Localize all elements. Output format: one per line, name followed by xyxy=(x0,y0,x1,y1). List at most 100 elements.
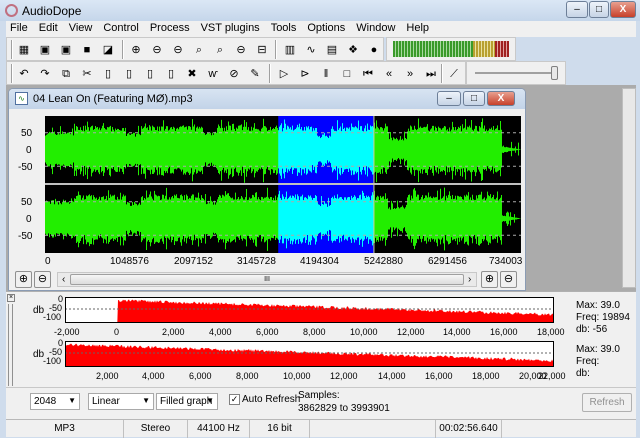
spectrum-x-tick: 4,000 xyxy=(209,327,232,337)
volume-bar xyxy=(466,61,566,85)
waveform-x-tick: 734003 xyxy=(489,256,523,267)
toolbar-separator xyxy=(11,64,13,83)
spectrum-top[interactable] xyxy=(65,297,554,323)
spectrum-close-button[interactable]: × xyxy=(7,294,15,302)
open-icon[interactable]: ▣ xyxy=(38,43,52,57)
save-as-icon[interactable]: ◪ xyxy=(101,43,115,57)
border xyxy=(65,297,554,298)
toolbar-separator xyxy=(275,40,277,59)
mdi-vertical-scrollbar[interactable] xyxy=(622,88,636,288)
spectrum-x-tick: 18,000 xyxy=(537,327,565,337)
rewind-icon[interactable]: « xyxy=(382,67,396,81)
paste-insert-icon[interactable]: ▯ xyxy=(164,67,178,81)
undo-icon[interactable]: ↶ xyxy=(17,67,31,81)
menu-control[interactable]: Control xyxy=(99,21,145,34)
info-icon[interactable]: ● xyxy=(367,43,381,57)
fast-forward-icon[interactable]: » xyxy=(403,67,417,81)
cut-icon[interactable]: ✂ xyxy=(80,67,94,81)
zoom-in-horizontal-button[interactable]: ⊕ xyxy=(481,271,498,288)
zoom-out-vertical-button[interactable]: ⊖ xyxy=(34,271,51,288)
menu-help[interactable]: Help xyxy=(402,21,436,34)
scale-value: Linear xyxy=(92,396,120,407)
border xyxy=(553,297,554,323)
waveform-scroll-thumb[interactable]: III xyxy=(70,274,464,285)
delete-icon[interactable]: ✖ xyxy=(185,67,199,81)
spectrum-freq: Freq: 19894 xyxy=(576,312,630,323)
spectrum-bottom[interactable] xyxy=(65,341,554,367)
copy-icon[interactable]: ⧉ xyxy=(59,67,73,81)
zoom-selection-icon[interactable]: ⌕ xyxy=(192,43,206,57)
fft-size-value: 2048 xyxy=(34,396,57,407)
clear-icon[interactable]: ⊘ xyxy=(227,67,241,81)
close-button[interactable]: X xyxy=(610,1,636,18)
volume-slider-thumb[interactable] xyxy=(551,66,558,80)
menu-options[interactable]: Options xyxy=(303,21,352,34)
zoom-fit-icon[interactable]: ⌕ xyxy=(213,43,227,57)
menu-vst-plugins[interactable]: VST plugins xyxy=(197,21,267,34)
pause-icon[interactable]: ‖ xyxy=(319,67,333,81)
waveform-x-tick: 1048576 xyxy=(110,256,149,267)
silence-icon[interactable]: ⱳ xyxy=(206,67,220,81)
scale-select[interactable]: Linear ▼ xyxy=(88,393,154,410)
paste-new-icon[interactable]: ▯ xyxy=(143,67,157,81)
spectrum-x-tick: 6,000 xyxy=(189,371,212,381)
menu-tools[interactable]: Tools xyxy=(267,21,304,34)
spectrum-x-tick: 8,000 xyxy=(236,371,259,381)
save-icon[interactable]: ■ xyxy=(80,43,94,57)
stop-icon[interactable]: □ xyxy=(340,67,354,81)
spectrum-freq: Freq: xyxy=(576,356,600,367)
graph-type-select[interactable]: Filled graph ▼ xyxy=(156,393,218,410)
app-title: AudioDope xyxy=(22,4,82,18)
play-selection-icon[interactable]: ⊳ xyxy=(298,67,312,81)
fit-width-icon[interactable]: ⊟ xyxy=(255,43,269,57)
samples-label: Samples: xyxy=(298,390,340,401)
channel-divider xyxy=(45,183,521,185)
edit-icon[interactable]: ✎ xyxy=(248,67,262,81)
zoom-in-icon[interactable]: ⊕ xyxy=(129,43,143,57)
doc-maximize-button[interactable]: □ xyxy=(463,91,485,106)
menu-bar: File Edit View Control Process VST plugins Too… xyxy=(6,21,636,37)
menu-file[interactable]: File xyxy=(6,21,35,34)
doc-close-button[interactable]: X xyxy=(487,91,515,106)
title-bar: AudioDope – □ X xyxy=(0,0,640,21)
doc-minimize-button[interactable]: – xyxy=(437,91,461,106)
spectrum-db: db: -56 xyxy=(576,324,608,335)
redo-icon[interactable]: ↷ xyxy=(38,67,52,81)
zoom-prev-icon[interactable]: ⊖ xyxy=(234,43,248,57)
refresh-button[interactable]: Refresh xyxy=(582,393,632,412)
paste-icon[interactable]: ▯ xyxy=(101,67,115,81)
plugin-icon[interactable]: ❖ xyxy=(346,43,360,57)
menu-view[interactable]: View xyxy=(65,21,100,34)
skip-end-icon[interactable]: ⏭ xyxy=(424,67,438,81)
app-icon xyxy=(5,4,18,17)
chevron-down-icon: ▼ xyxy=(142,396,150,405)
spectrum-icon[interactable]: ▥ xyxy=(283,43,297,57)
panel-grip[interactable] xyxy=(8,304,13,386)
chevron-down-icon: ▼ xyxy=(206,396,214,405)
zoom-in-vertical-button[interactable]: ⊕ xyxy=(15,271,32,288)
waveform-view[interactable] xyxy=(45,116,521,253)
skip-start-icon[interactable]: ⏮ xyxy=(361,67,375,81)
new-file-icon[interactable]: ▦ xyxy=(17,43,31,57)
spectrum-x-tick: 4,000 xyxy=(142,371,165,381)
play-icon[interactable]: ▷ xyxy=(277,67,291,81)
level-meter-bar xyxy=(386,37,516,61)
zoom-out-2-icon[interactable]: ⊖ xyxy=(171,43,185,57)
record-mic-icon[interactable]: ⟋ xyxy=(447,67,461,81)
vst-icon[interactable]: ▤ xyxy=(325,43,339,57)
menu-window[interactable]: Window xyxy=(352,21,402,34)
waveform-scrollbar[interactable]: ‹ III › xyxy=(57,272,477,287)
spectrum-y-tick: -100 xyxy=(43,356,62,366)
auto-refresh-checkbox[interactable]: ✓ xyxy=(229,394,240,405)
zoom-out-horizontal-button[interactable]: ⊖ xyxy=(500,271,517,288)
paste-mix-icon[interactable]: ▯ xyxy=(122,67,136,81)
menu-process[interactable]: Process xyxy=(146,21,197,34)
close-file-icon[interactable]: ▣ xyxy=(59,43,73,57)
maximize-button[interactable]: □ xyxy=(589,1,609,18)
zoom-out-icon[interactable]: ⊖ xyxy=(150,43,164,57)
menu-edit[interactable]: Edit xyxy=(35,21,65,34)
minimize-button[interactable]: – xyxy=(566,1,588,18)
waveform-icon[interactable]: ∿ xyxy=(304,43,318,57)
fft-size-select[interactable]: 2048 ▼ xyxy=(30,393,80,410)
cursor-line xyxy=(373,116,375,253)
